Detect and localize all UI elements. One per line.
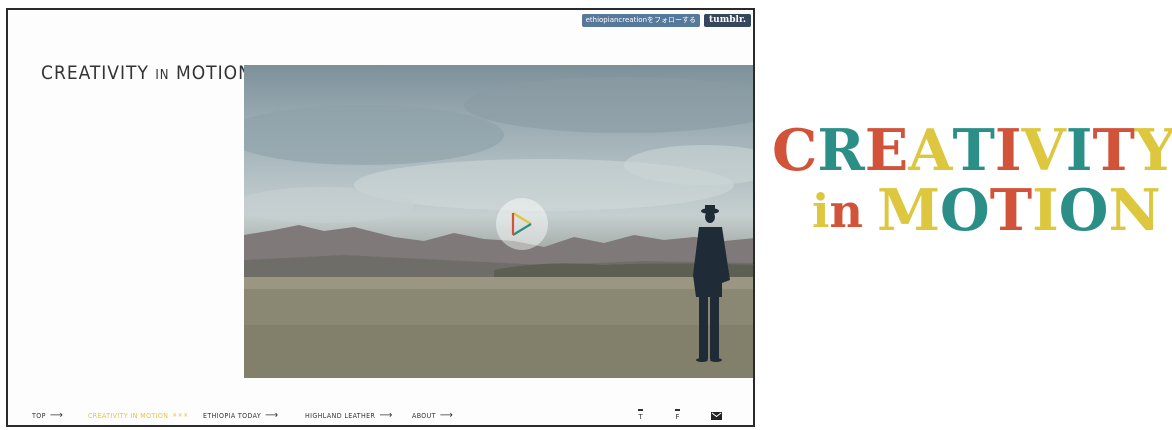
site-title-part: MOTION — [169, 62, 252, 84]
tumblr-bar: ethiopiancreationをフォローする tumblr. — [581, 14, 751, 27]
cross-pattern-icon: ✕✕✕ — [172, 412, 189, 419]
creativity-in-motion-logo: C R E A T I V I T Y i n M O T I O N — [772, 121, 1172, 241]
logo-letter: R — [817, 117, 865, 184]
logo-letter: M — [876, 177, 941, 244]
logo-letter: I — [1065, 117, 1093, 184]
nav-item-creativity-in-motion[interactable]: CREATIVITY IN MOTION ✕✕✕ — [88, 412, 203, 420]
logo-letter: i — [812, 184, 830, 238]
facebook-letter: F — [675, 413, 680, 421]
site-frame: ethiopiancreationをフォローする tumblr. CREATIV… — [6, 8, 755, 427]
arrow-right-icon: ⟶ — [49, 410, 64, 421]
nav-item-label: HIGHLAND LEATHER — [305, 411, 376, 420]
bar-decoration — [675, 409, 680, 411]
tumblr-letter: T — [638, 413, 643, 421]
logo-letter: V — [1021, 117, 1066, 184]
bar-decoration — [638, 409, 643, 411]
logo-letter: I — [1032, 177, 1059, 244]
bottom-nav: TOP ⟶ CREATIVITY IN MOTION ✕✕✕ ETHIOPIA … — [32, 410, 453, 421]
nav-item-label: ABOUT — [412, 411, 436, 420]
mail-link[interactable] — [711, 412, 722, 420]
arrow-right-icon: ⟶ — [439, 410, 454, 421]
site-title-small: IN — [155, 68, 170, 83]
hero-video[interactable] — [244, 65, 753, 378]
logo-letter: C — [772, 117, 818, 184]
logo-letter: O — [1058, 177, 1109, 244]
arrow-right-icon: ⟶ — [379, 410, 393, 421]
logo-letter: T — [1092, 117, 1135, 184]
arrow-right-icon: ⟶ — [265, 410, 279, 421]
site-title[interactable]: CREATIVITY IN MOTION — [41, 62, 252, 84]
logo-letter: n — [829, 184, 863, 238]
logo-letter: T — [989, 177, 1033, 244]
logo-letter: Y — [1134, 117, 1172, 184]
play-button[interactable] — [496, 198, 548, 250]
follow-button[interactable]: ethiopiancreationをフォローする — [581, 14, 701, 27]
play-triangle-icon — [511, 212, 532, 236]
site-title-part: CREATIVITY — [41, 62, 156, 84]
facebook-social-link[interactable]: F — [675, 409, 680, 421]
logo-line-in-motion: i n M O T I O N — [812, 181, 1172, 241]
logo-letter: E — [864, 117, 909, 184]
logo-letter: I — [994, 117, 1022, 184]
nav-item-highland-leather[interactable]: HIGHLAND LEATHER ⟶ — [305, 410, 412, 421]
nav-item-ethiopia-today[interactable]: ETHIOPIA TODAY ⟶ — [203, 410, 305, 421]
logo-letter: A — [908, 117, 953, 184]
logo-letter: N — [1108, 177, 1161, 244]
logo-line-creativity: C R E A T I V I T Y — [772, 121, 1172, 181]
nav-item-top[interactable]: TOP ⟶ — [32, 410, 88, 421]
nav-item-about[interactable]: ABOUT ⟶ — [412, 410, 453, 421]
nav-item-label: TOP — [32, 411, 46, 420]
nav-item-label: ETHIOPIA TODAY — [203, 411, 262, 420]
envelope-icon — [711, 412, 722, 420]
tumblr-logo-button[interactable]: tumblr. — [704, 14, 751, 27]
logo-letter: T — [952, 117, 995, 184]
nav-item-label: CREATIVITY IN MOTION — [88, 411, 169, 420]
tumblr-social-link[interactable]: T — [638, 409, 643, 421]
logo-letter: O — [940, 177, 990, 244]
